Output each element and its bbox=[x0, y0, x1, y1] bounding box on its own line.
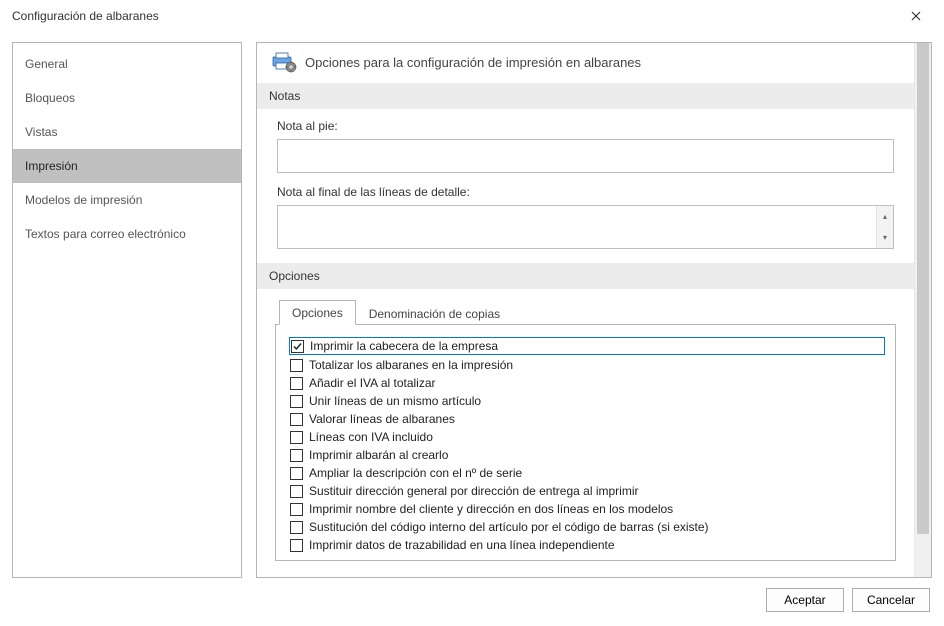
checkbox-row[interactable]: Imprimir albarán al crearlo bbox=[290, 446, 885, 464]
checkbox-label: Totalizar los albaranes en la impresión bbox=[309, 358, 513, 372]
checkbox-label: Sustituir dirección general por direcció… bbox=[309, 484, 638, 498]
titlebar: Configuración de albaranes bbox=[0, 0, 944, 32]
options-body: Opciones Denominación de copias Imprimir… bbox=[257, 289, 914, 577]
sidebar-item-label: Textos para correo electrónico bbox=[25, 227, 186, 241]
checkbox-icon[interactable] bbox=[290, 431, 303, 444]
checkbox-icon[interactable] bbox=[290, 539, 303, 552]
checkbox-row[interactable]: Líneas con IVA incluido bbox=[290, 428, 885, 446]
content-area: General Bloqueos Vistas Impresión Modelo… bbox=[0, 32, 944, 584]
checkbox-icon[interactable] bbox=[290, 521, 303, 534]
sidebar-item-label: Modelos de impresión bbox=[25, 193, 142, 207]
checkbox-row[interactable]: Valorar líneas de albaranes bbox=[290, 410, 885, 428]
panel: Opciones para la configuración de impres… bbox=[256, 42, 932, 578]
tab-opciones[interactable]: Opciones bbox=[279, 300, 356, 325]
checkbox-icon[interactable] bbox=[290, 413, 303, 426]
checkbox-icon[interactable] bbox=[290, 449, 303, 462]
checkbox-label: Imprimir la cabecera de la empresa bbox=[310, 339, 498, 353]
sidebar-item-label: Vistas bbox=[25, 125, 57, 139]
checkbox-icon[interactable] bbox=[290, 503, 303, 516]
checkbox-row[interactable]: Sustitución del código interno del artíc… bbox=[290, 518, 885, 536]
scrollbar-thumb[interactable] bbox=[917, 43, 929, 534]
notes-body: Nota al pie: Nota al final de las líneas… bbox=[257, 109, 914, 263]
accept-button[interactable]: Aceptar bbox=[766, 588, 844, 612]
sidebar: General Bloqueos Vistas Impresión Modelo… bbox=[12, 42, 242, 578]
checkbox-row[interactable]: Imprimir nombre del cliente y dirección … bbox=[290, 500, 885, 518]
tab-label: Denominación de copias bbox=[369, 307, 500, 321]
checkbox-row[interactable]: Añadir el IVA al totalizar bbox=[290, 374, 885, 392]
tabstrip: Opciones Denominación de copias bbox=[275, 299, 896, 325]
checkbox-label: Imprimir nombre del cliente y dirección … bbox=[309, 502, 673, 516]
checkbox-label: Unir líneas de un mismo artículo bbox=[309, 394, 481, 408]
panel-scrollbar[interactable] bbox=[914, 43, 931, 577]
checkbox-label: Líneas con IVA incluido bbox=[309, 430, 433, 444]
checkbox-row[interactable]: Imprimir la cabecera de la empresa bbox=[289, 337, 885, 355]
checkbox-label: Ampliar la descripción con el nº de seri… bbox=[309, 466, 522, 480]
panel-header: Opciones para la configuración de impres… bbox=[257, 49, 914, 83]
tab-label: Opciones bbox=[292, 306, 343, 320]
textarea-scroll[interactable]: ▴ ▾ bbox=[876, 206, 893, 248]
section-header-opciones: Opciones bbox=[257, 263, 914, 289]
checkbox-icon[interactable] bbox=[290, 377, 303, 390]
label-nota-al-pie: Nota al pie: bbox=[277, 119, 894, 133]
section-header-notas: Notas bbox=[257, 83, 914, 109]
sidebar-item-label: General bbox=[25, 57, 68, 71]
chevron-up-icon[interactable]: ▴ bbox=[877, 206, 893, 227]
checkbox-icon[interactable] bbox=[290, 359, 303, 372]
sidebar-item-label: Bloqueos bbox=[25, 91, 75, 105]
sidebar-item-bloqueos[interactable]: Bloqueos bbox=[13, 81, 241, 115]
cancel-button[interactable]: Cancelar bbox=[852, 588, 930, 612]
checkbox-row[interactable]: Sustituir dirección general por direcció… bbox=[290, 482, 885, 500]
checkbox-label: Valorar líneas de albaranes bbox=[309, 412, 455, 426]
input-nota-al-pie[interactable] bbox=[277, 139, 894, 173]
sidebar-item-label: Impresión bbox=[25, 159, 78, 173]
window-title: Configuración de albaranes bbox=[12, 9, 159, 23]
close-button[interactable] bbox=[896, 2, 936, 30]
input-nota-detalle[interactable]: ▴ ▾ bbox=[277, 205, 894, 249]
checkbox-icon[interactable] bbox=[290, 467, 303, 480]
tab-panel-opciones: Imprimir la cabecera de la empresa Total… bbox=[275, 325, 896, 561]
label-nota-detalle: Nota al final de las líneas de detalle: bbox=[277, 185, 894, 199]
checkbox-icon[interactable] bbox=[290, 485, 303, 498]
tab-denominacion-copias[interactable]: Denominación de copias bbox=[356, 301, 513, 325]
chevron-down-icon[interactable]: ▾ bbox=[877, 227, 893, 248]
sidebar-item-general[interactable]: General bbox=[13, 47, 241, 81]
sidebar-item-impresion[interactable]: Impresión bbox=[13, 149, 241, 183]
checkbox-label: Imprimir albarán al crearlo bbox=[309, 448, 448, 462]
printer-gear-icon bbox=[271, 51, 295, 73]
checkbox-label: Sustitución del código interno del artíc… bbox=[309, 520, 709, 534]
textarea-content[interactable] bbox=[278, 206, 876, 248]
checkbox-label: Imprimir datos de trazabilidad en una lí… bbox=[309, 538, 615, 552]
checkbox-icon[interactable] bbox=[291, 340, 304, 353]
checkbox-row[interactable]: Ampliar la descripción con el nº de seri… bbox=[290, 464, 885, 482]
panel-title: Opciones para la configuración de impres… bbox=[305, 55, 641, 70]
panel-inner: Opciones para la configuración de impres… bbox=[257, 43, 914, 577]
checkbox-row[interactable]: Imprimir datos de trazabilidad en una lí… bbox=[290, 536, 885, 554]
sidebar-item-textos-correo[interactable]: Textos para correo electrónico bbox=[13, 217, 241, 251]
checkbox-row[interactable]: Totalizar los albaranes en la impresión bbox=[290, 356, 885, 374]
sidebar-item-modelos[interactable]: Modelos de impresión bbox=[13, 183, 241, 217]
checkbox-icon[interactable] bbox=[290, 395, 303, 408]
checkbox-row[interactable]: Unir líneas de un mismo artículo bbox=[290, 392, 885, 410]
sidebar-item-vistas[interactable]: Vistas bbox=[13, 115, 241, 149]
dialog-footer: Aceptar Cancelar bbox=[0, 584, 944, 626]
checkbox-label: Añadir el IVA al totalizar bbox=[309, 376, 436, 390]
